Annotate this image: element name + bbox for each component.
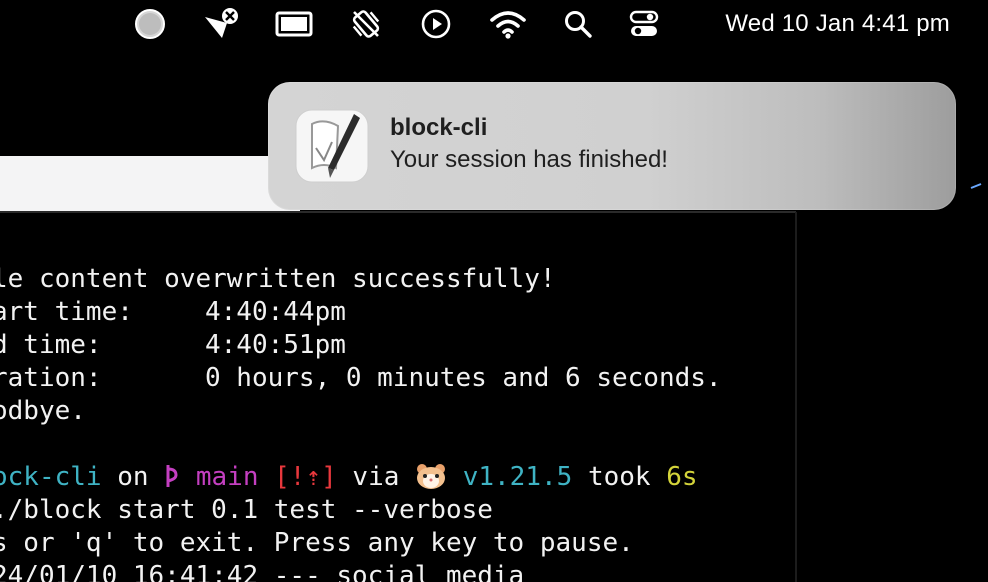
prompt-on-text: on — [117, 462, 149, 492]
menu-bar: Wed 10 Jan 4:41 pm — [0, 0, 988, 48]
terminal-line: 24/01/10 16:41:42 --- social media — [0, 561, 525, 582]
control-center-icon[interactable] — [626, 8, 662, 40]
start-time-value: 4:40:44pm — [205, 297, 346, 327]
play-icon[interactable] — [418, 8, 454, 40]
duration-label: ration: — [0, 363, 102, 393]
notification-banner[interactable]: block-cli Your session has finished! — [268, 82, 956, 210]
search-icon[interactable] — [560, 8, 596, 40]
terminal-line: s or 'q' to exit. Press any key to pause… — [0, 528, 634, 558]
terminal-line: art time: 4:40:44pm — [0, 295, 346, 329]
terminal-line: odbye. — [0, 396, 86, 426]
terminal-output[interactable]: le content overwritten successfully! art… — [0, 262, 795, 582]
duration-value: 0 hours, 0 minutes and 6 seconds. — [205, 363, 722, 393]
wifi-icon[interactable] — [488, 8, 528, 40]
terminal-line: d time: 4:40:51pm — [0, 328, 346, 362]
command-duration: 6s — [666, 462, 698, 492]
terminal-window-edge — [795, 212, 797, 582]
hamster-icon — [415, 462, 447, 492]
prompt-via-text: via — [352, 462, 400, 492]
end-time-value: 4:40:51pm — [205, 330, 346, 360]
script-editor-icon — [294, 108, 370, 184]
menu-bar-clock[interactable]: Wed 10 Jan 4:41 pm — [725, 9, 950, 39]
git-branch-name: main — [195, 462, 259, 492]
runtime-version: v1.21.5 — [462, 462, 573, 492]
terminal-window-border — [0, 211, 796, 213]
shell-prompt: ock-cli on main [!⇡] via v1.21.5 took 6s — [0, 460, 698, 494]
git-branch-icon — [164, 462, 180, 492]
terminal-line: le content overwritten successfully! — [0, 264, 556, 294]
user-circle-icon[interactable] — [132, 8, 168, 40]
terminal-line: ration: 0 hours, 0 minutes and 6 seconds. — [0, 361, 722, 395]
display-icon[interactable] — [274, 8, 314, 40]
do-not-disturb-icon[interactable] — [348, 8, 384, 40]
terminal-command: ./block start 0.1 test --verbose — [0, 495, 493, 525]
background-window-toolbar — [0, 156, 300, 212]
end-time-label: d time: — [0, 330, 102, 360]
notification-title: block-cli — [390, 114, 488, 141]
cursor-glint — [970, 176, 982, 189]
notification-body: Your session has finished! — [390, 146, 668, 173]
git-status: [!⇡] — [274, 462, 337, 492]
prompt-directory: ock-cli — [0, 462, 102, 492]
prompt-took-text: took — [587, 462, 651, 492]
start-time-label: art time: — [0, 297, 133, 327]
vpn-disconnected-icon[interactable] — [202, 8, 242, 40]
